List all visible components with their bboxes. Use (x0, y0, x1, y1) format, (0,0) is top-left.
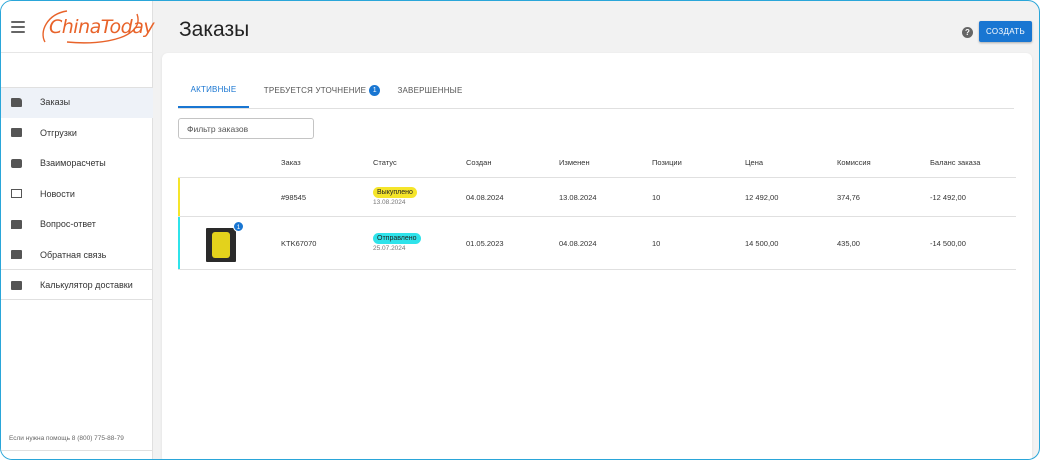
order-balance: -14 500,00 (930, 239, 966, 248)
logo[interactable]: ChinaToday (37, 8, 155, 46)
status-cell: Выкуплено 13.08.2024 (373, 187, 417, 206)
positions-count: 10 (652, 193, 661, 202)
sidebar-item-5[interactable]: Обратная связь (1, 240, 153, 271)
order-balance: -12 492,00 (930, 193, 966, 202)
sidebar-item-label: Взаиморасчеты (40, 158, 106, 169)
help-icon[interactable]: ? (962, 27, 973, 38)
nav-divider-top (1, 87, 153, 88)
product-thumbnail[interactable] (206, 228, 236, 262)
sidebar-item-label: Обратная связь (40, 249, 107, 260)
column-header-status[interactable]: Статус (373, 158, 397, 167)
sidebar-item-1[interactable]: Отгрузки (1, 118, 153, 149)
truck-icon (11, 128, 22, 138)
table-row[interactable]: #98545 Выкуплено 13.08.2024 04.08.2024 1… (178, 178, 1016, 217)
feedback-icon (11, 250, 22, 260)
cash-icon (11, 158, 22, 168)
created-date: 04.08.2024 (466, 193, 504, 202)
help-phone-text: Если нужна помощь 8 (800) 775-88-79 (9, 435, 124, 442)
nav-divider-middle (1, 269, 153, 270)
status-badge: Выкуплено (373, 187, 417, 198)
sidebar-item-6[interactable]: Калькулятор доставки (1, 270, 153, 301)
commission: 435,00 (837, 239, 860, 248)
sidebar: ChinaToday Заказы Отгрузки Взаиморасчеты Но… (1, 1, 155, 459)
sidebar-header: ChinaToday (1, 1, 155, 53)
modified-date: 13.08.2024 (559, 193, 597, 202)
order-number[interactable]: #98545 (281, 193, 306, 202)
sidebar-item-2[interactable]: Взаиморасчеты (1, 148, 153, 179)
thumbnail-count-badge: 1 (233, 221, 244, 232)
logo-text: ChinaToday (49, 15, 155, 38)
sidebar-item-4[interactable]: Вопрос-ответ (1, 209, 153, 240)
column-header-commission[interactable]: Комиссия (837, 158, 871, 167)
row-status-accent (178, 178, 180, 216)
create-button[interactable]: СОЗДАТЬ (979, 21, 1032, 42)
tab-needs-clarification[interactable]: ТРЕБУЕТСЯ УТОЧНЕНИЕ 1 (258, 73, 386, 108)
column-header-price[interactable]: Цена (745, 158, 763, 167)
table-row[interactable]: 1 KTK67070 Отправлено 25.07.2024 01.05.2… (178, 217, 1016, 270)
status-date: 25.07.2024 (373, 245, 406, 252)
sidebar-item-label: Отгрузки (40, 127, 77, 138)
column-header-created[interactable]: Создан (466, 158, 491, 167)
tab-completed[interactable]: ЗАВЕРШЕННЫЕ (394, 73, 466, 108)
column-header-positions[interactable]: Позиции (652, 158, 682, 167)
calculator-icon (11, 280, 22, 290)
modified-date: 04.08.2024 (559, 239, 597, 248)
hamburger-menu-icon[interactable] (11, 20, 25, 33)
sidebar-item-label: Калькулятор доставки (40, 280, 133, 291)
price: 12 492,00 (745, 193, 779, 202)
sidebar-footer-divider (1, 450, 153, 451)
sidebar-item-label: Новости (40, 188, 75, 199)
commission: 374,76 (837, 193, 860, 202)
status-date: 13.08.2024 (373, 199, 406, 206)
nav-divider-bottom (1, 299, 153, 300)
tab-count-badge: 1 (369, 85, 381, 96)
column-header-balance[interactable]: Баланс заказа (930, 158, 980, 167)
bag-icon (11, 97, 22, 107)
column-header-order[interactable]: Заказ (281, 158, 301, 167)
created-date: 01.05.2023 (466, 239, 504, 248)
page-title: Заказы (179, 18, 250, 41)
orders-card: АКТИВНЫЕ ТРЕБУЕТСЯ УТОЧНЕНИЕ 1 ЗАВЕРШЕНН… (162, 53, 1032, 459)
sidebar-item-label: Вопрос-ответ (40, 219, 96, 230)
positions-count: 10 (652, 239, 661, 248)
sidebar-item-0[interactable]: Заказы (1, 87, 153, 118)
app-window: ChinaToday Заказы Отгрузки Взаиморасчеты Но… (0, 0, 1040, 460)
status-badge: Отправлено (373, 233, 421, 244)
news-icon (11, 189, 22, 199)
tab-active[interactable]: АКТИВНЫЕ (178, 73, 249, 108)
status-cell: Отправлено 25.07.2024 (373, 233, 421, 252)
orders-tabs: АКТИВНЫЕ ТРЕБУЕТСЯ УТОЧНЕНИЕ 1 ЗАВЕРШЕНН… (178, 73, 1014, 109)
tab-label: АКТИВНЫЕ (190, 85, 237, 94)
tab-label: ЗАВЕРШЕННЫЕ (397, 86, 463, 95)
sidebar-item-label: Заказы (40, 97, 71, 108)
forum-icon (11, 219, 22, 229)
tab-label: ТРЕБУЕТСЯ УТОЧНЕНИЕ (263, 86, 367, 95)
order-number[interactable]: KTK67070 (281, 239, 316, 248)
price: 14 500,00 (745, 239, 779, 248)
column-header-modified[interactable]: Изменен (559, 158, 590, 167)
row-status-accent (178, 217, 180, 269)
order-filter-input[interactable] (178, 118, 314, 139)
sidebar-item-3[interactable]: Новости (1, 179, 153, 210)
